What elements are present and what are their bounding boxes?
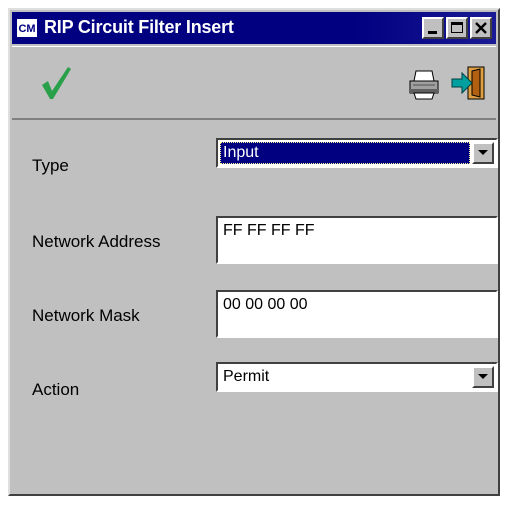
exit-door-icon [451, 66, 485, 100]
action-dropdown[interactable]: Permit [216, 362, 498, 392]
form-area: Type Input Network Address FF FF FF FF N… [22, 128, 498, 496]
maximize-button[interactable] [446, 17, 468, 39]
network-address-field[interactable]: FF FF FF FF [216, 216, 498, 264]
action-dropdown-arrow[interactable] [472, 366, 494, 388]
type-label: Type [32, 156, 69, 175]
dialog-window: CM RIP Circuit Filter Insert Type Input … [8, 8, 500, 496]
printer-icon [409, 70, 439, 100]
type-dropdown-value: Input [220, 142, 470, 164]
ok-button[interactable] [36, 63, 76, 103]
chevron-down-icon [478, 150, 488, 155]
action-dropdown-value: Permit [223, 368, 270, 385]
toolbar [12, 46, 496, 120]
network-address-label: Network Address [32, 232, 161, 251]
app-icon[interactable]: CM [16, 18, 38, 38]
exit-button[interactable] [450, 63, 490, 103]
maximize-icon [451, 22, 463, 33]
window-title: RIP Circuit Filter Insert [44, 17, 234, 37]
type-dropdown-arrow[interactable] [472, 142, 494, 164]
close-button[interactable] [470, 17, 492, 39]
window-controls [422, 17, 492, 39]
minimize-icon [428, 31, 437, 34]
action-label: Action [32, 380, 80, 399]
title-bar[interactable]: CM RIP Circuit Filter Insert [12, 12, 496, 44]
chevron-down-icon [478, 374, 488, 379]
minimize-button[interactable] [422, 17, 444, 39]
close-icon [475, 22, 487, 34]
print-button[interactable] [404, 63, 444, 103]
type-dropdown[interactable]: Input [216, 138, 498, 168]
network-mask-label: Network Mask [32, 306, 140, 325]
checkmark-icon [42, 67, 71, 99]
network-mask-field[interactable]: 00 00 00 00 [216, 290, 498, 338]
